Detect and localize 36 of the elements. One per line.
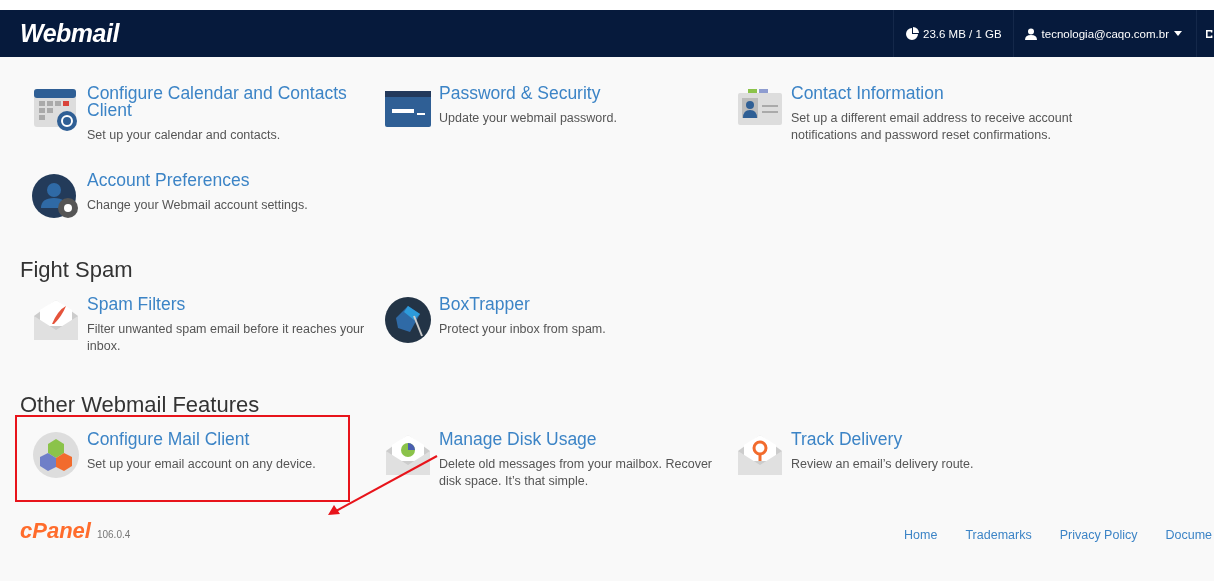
feature-link[interactable]: Spam Filters (87, 296, 372, 313)
feature-description: Set up a different email address to receive account notifications and password reset confirmations. (791, 110, 1074, 144)
footer-link[interactable]: Privacy Policy (1059, 528, 1138, 542)
caret-icon (1174, 31, 1182, 36)
cubes-icon[interactable] (32, 431, 80, 479)
feature-description: Delete old messages from your mailbox. Recover disk space. It’s that simple. (439, 456, 714, 490)
cpanel-logo[interactable]: cPanel (20, 518, 91, 543)
feature-description: Protect your inbox from spam. (439, 321, 607, 338)
user-menu-button[interactable]: tecnologia@caqo.com.br (1012, 10, 1196, 57)
feature-link[interactable]: Password & Security (439, 85, 724, 102)
feature-description: Update your webmail password. (439, 110, 618, 127)
feature-link[interactable]: Configure Calendar and Contacts Client (87, 85, 372, 119)
logout-icon[interactable] (1206, 27, 1214, 40)
section-heading: Fight Spam (20, 256, 134, 284)
feature-link[interactable]: BoxTrapper (439, 296, 724, 313)
feature-description: Set up your calendar and contacts. (87, 127, 282, 144)
footer-link[interactable]: Trademarks (965, 528, 1032, 542)
feature-description: Set up your email account on any device. (87, 456, 317, 473)
feature-link[interactable]: Track Delivery (791, 431, 1076, 448)
section-heading: Other Webmail Features (20, 391, 261, 419)
footer-link[interactable]: Home (904, 528, 938, 542)
pie-chart-icon (905, 26, 919, 41)
feature-link[interactable]: Manage Disk Usage (439, 431, 724, 448)
version-text: 106.0.4 (96, 529, 131, 540)
footer-link[interactable]: Docume (1165, 528, 1212, 542)
feature-link[interactable]: Contact Information (791, 85, 1076, 102)
person-icon (1024, 27, 1037, 40)
box-icon[interactable] (384, 296, 432, 344)
feature-description: Change your Webmail account settings. (87, 197, 309, 214)
feature-link[interactable]: Configure Mail Client (87, 431, 372, 448)
feature-description: Filter unwanted spam email before it reaches your inbox. (87, 321, 366, 355)
feature-link[interactable]: Account Preferences (87, 172, 372, 189)
user-gear-icon[interactable] (32, 172, 80, 220)
feature-description: Review an email’s delivery route. (791, 456, 975, 473)
webmail-logo[interactable]: Webmail (20, 19, 119, 48)
disk-usage-text: 23.6 MB / 1 GB (923, 27, 1002, 40)
